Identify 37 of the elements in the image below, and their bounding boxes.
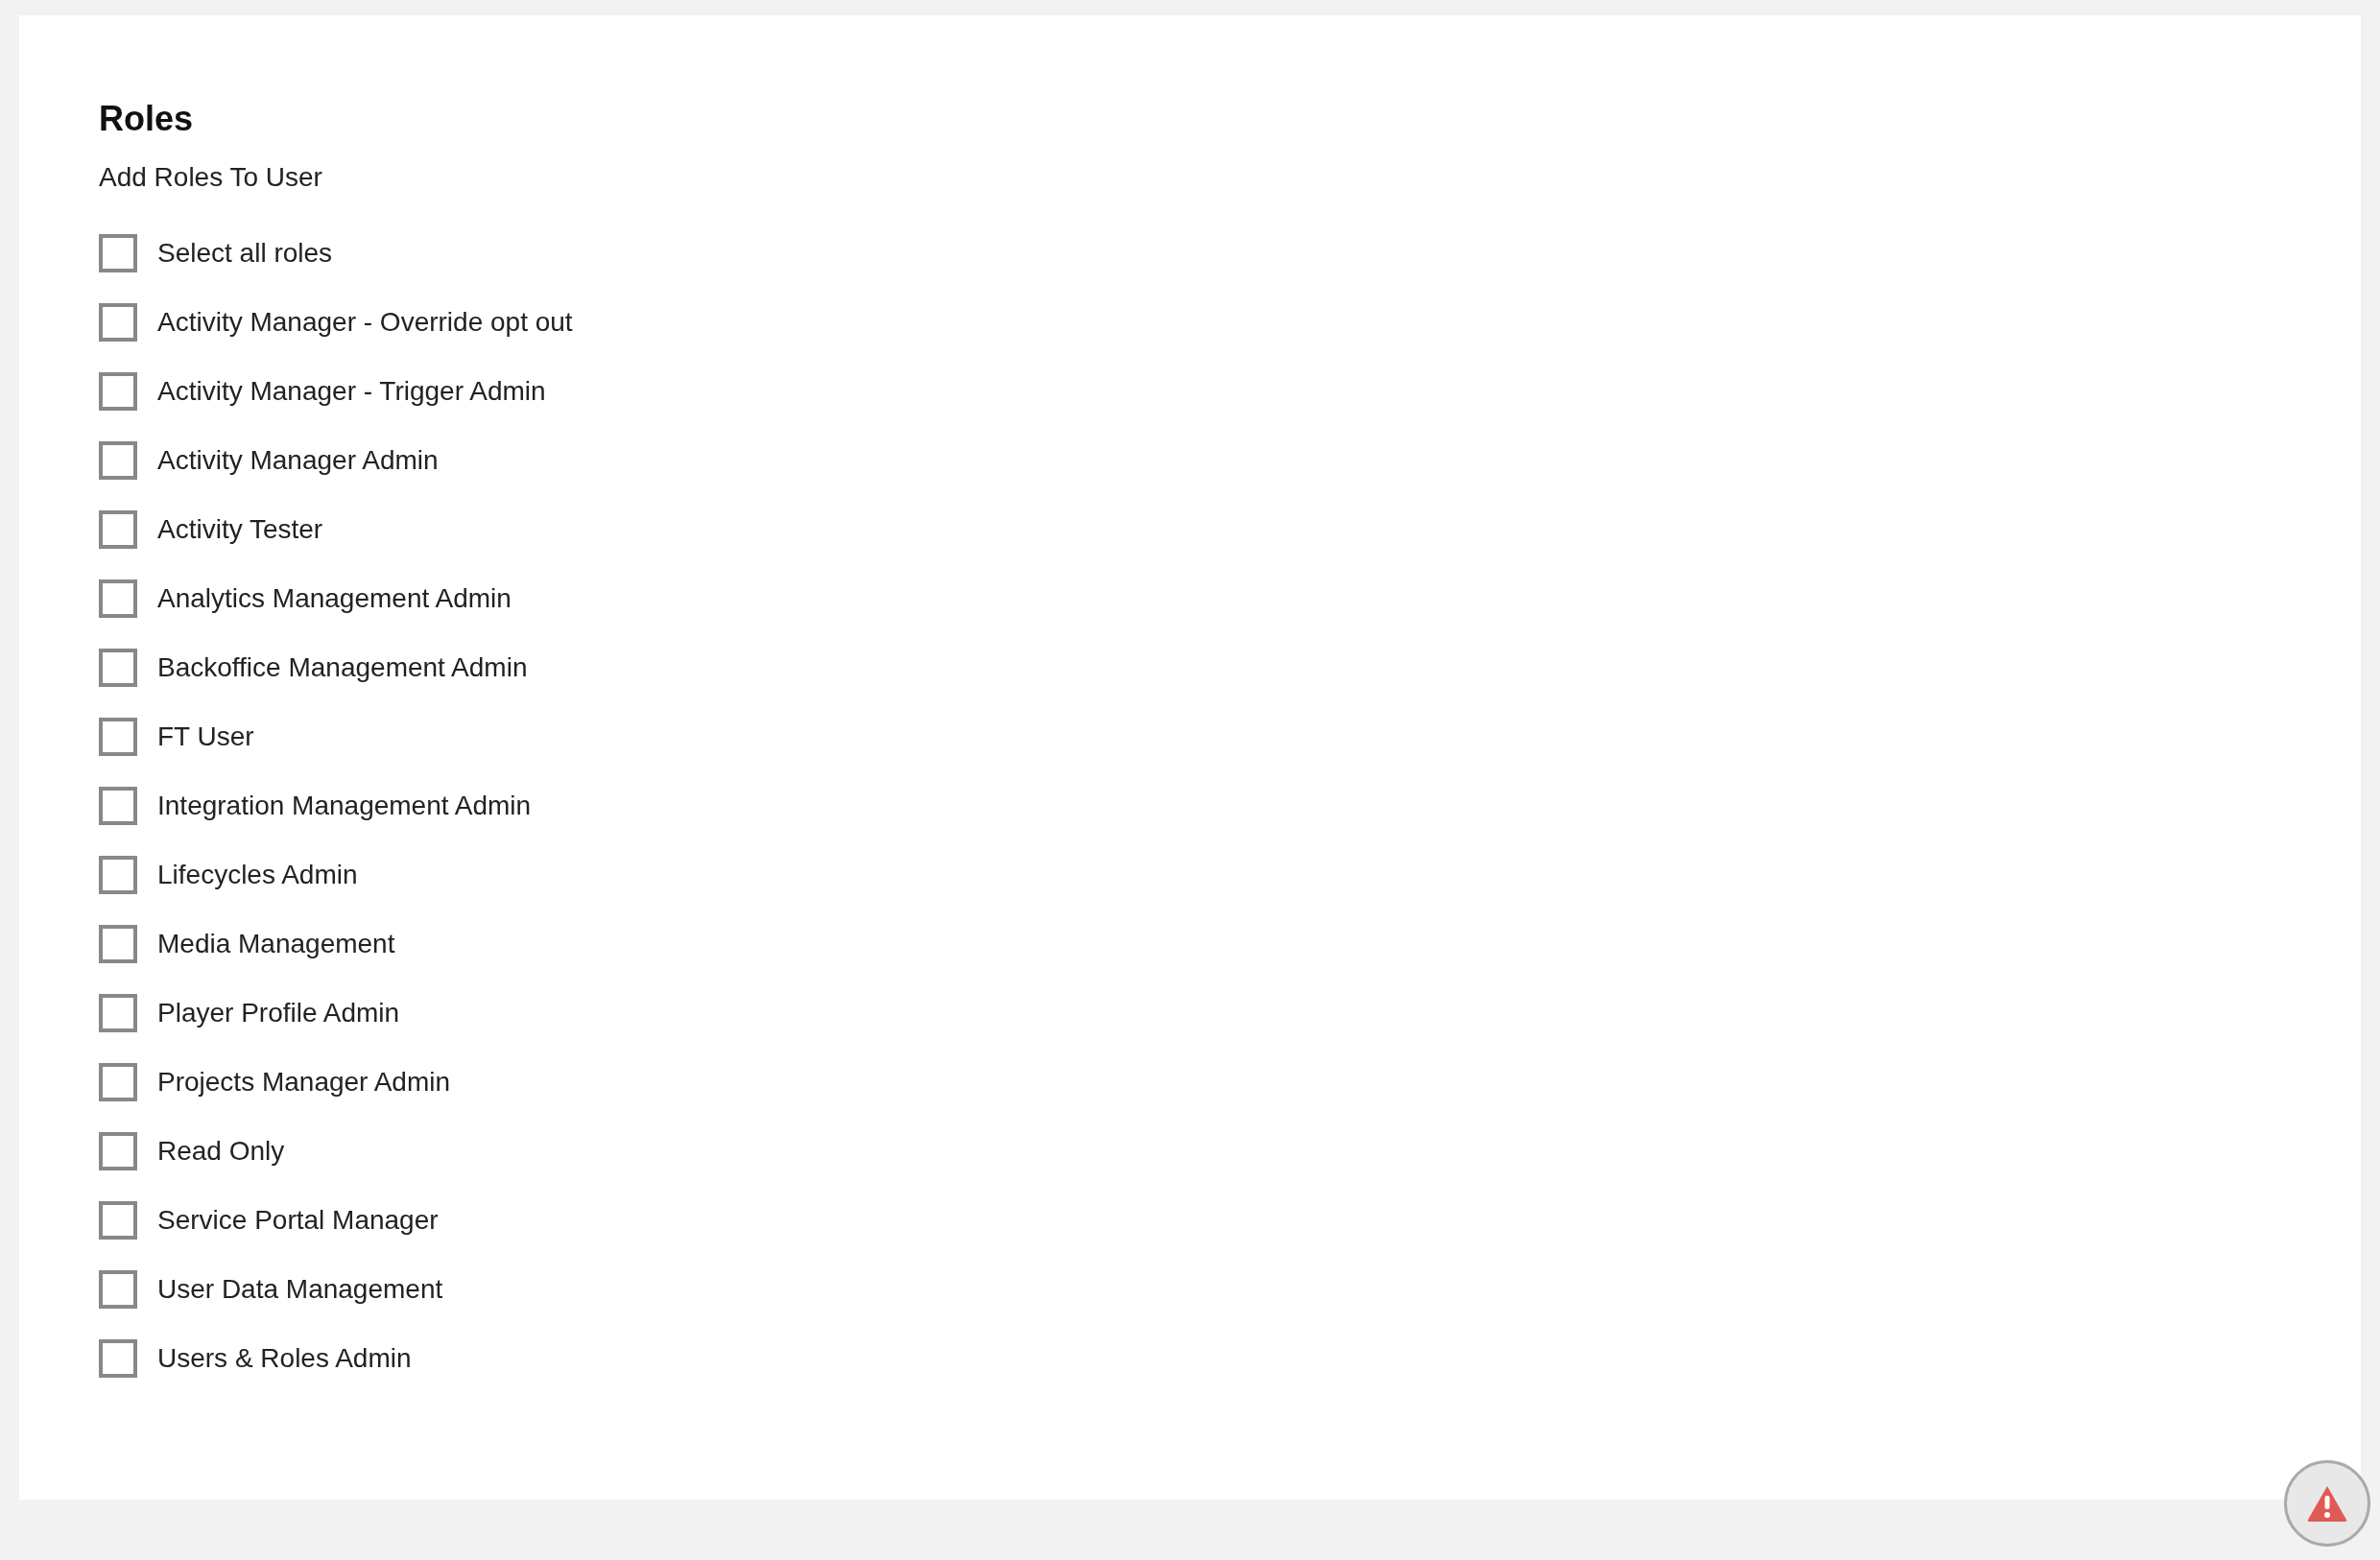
role-label: Lifecycles Admin	[157, 860, 358, 890]
checkbox[interactable]	[99, 1132, 137, 1170]
section-subtitle: Add Roles To User	[99, 161, 323, 194]
checkbox[interactable]	[99, 994, 137, 1032]
checkbox[interactable]	[99, 303, 137, 342]
checkbox[interactable]	[99, 649, 137, 687]
role-label: Read Only	[157, 1136, 285, 1167]
checkbox[interactable]	[99, 510, 137, 549]
checkbox[interactable]	[99, 718, 137, 756]
checkbox[interactable]	[99, 441, 137, 480]
role-label: Projects Manager Admin	[157, 1067, 451, 1098]
checkbox[interactable]	[99, 1339, 137, 1378]
role-label: Backoffice Management Admin	[157, 652, 528, 683]
warning-icon	[2306, 1484, 2348, 1523]
checkbox[interactable]	[99, 579, 137, 618]
role-label: Player Profile Admin	[157, 998, 400, 1028]
role-label: Media Management	[157, 929, 395, 959]
checkbox[interactable]	[99, 925, 137, 963]
role-label: Analytics Management Admin	[157, 583, 512, 614]
role-label: Activity Tester	[157, 514, 323, 545]
role-label: Activity Manager Admin	[157, 445, 439, 476]
role-label: Integration Management Admin	[157, 791, 532, 821]
checkbox[interactable]	[99, 787, 137, 825]
checkbox[interactable]	[99, 1201, 137, 1240]
checkbox[interactable]	[99, 234, 137, 272]
role-label: Users & Roles Admin	[157, 1343, 412, 1374]
section-title: Roles	[99, 100, 195, 138]
role-label: User Data Management	[157, 1274, 443, 1305]
role-label: FT User	[157, 721, 254, 752]
role-label: Activity Manager - Trigger Admin	[157, 376, 546, 407]
role-label: Service Portal Manager	[157, 1205, 439, 1236]
role-label: Activity Manager - Override opt out	[157, 307, 573, 338]
checkbox[interactable]	[99, 856, 137, 894]
checkbox[interactable]	[99, 1270, 137, 1309]
checkbox[interactable]	[99, 1063, 137, 1101]
checkbox[interactable]	[99, 372, 137, 411]
role-label: Select all roles	[157, 238, 333, 269]
